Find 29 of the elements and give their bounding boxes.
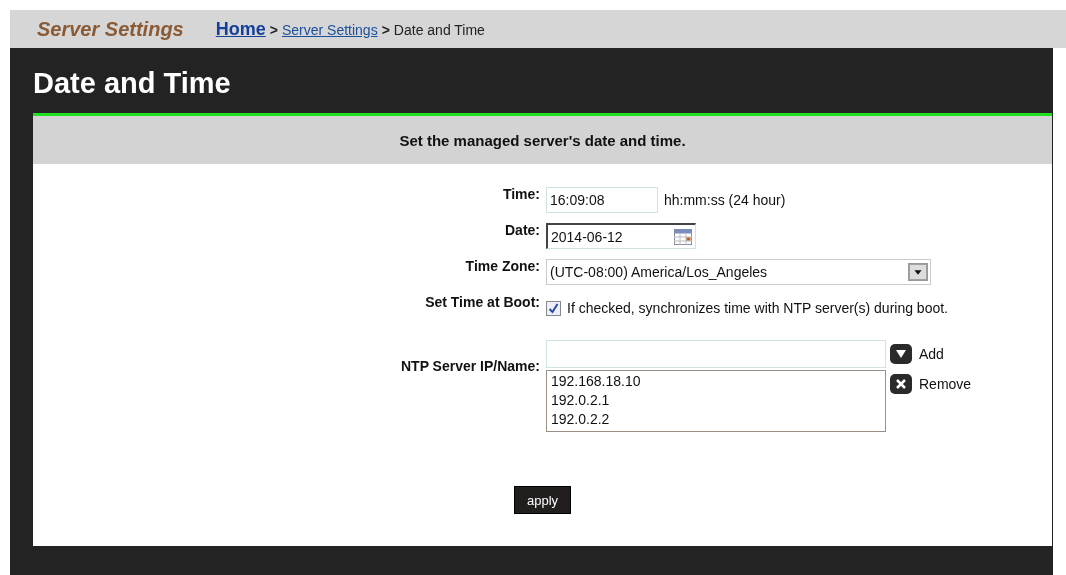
field-label: Time: <box>502 185 540 204</box>
section-title: Server Settings <box>37 17 184 41</box>
breadcrumb-link[interactable]: Home <box>215 18 266 40</box>
date-field[interactable]: 2014-06-12 <box>546 223 696 249</box>
field-hint: hh:mm:ss (24 hour) <box>664 192 786 208</box>
breadcrumb-link[interactable]: Server Settings <box>281 21 378 38</box>
checkbox[interactable] <box>546 300 561 316</box>
remove-button[interactable]: Remove <box>890 370 972 398</box>
add-button[interactable]: Add <box>890 340 972 368</box>
list-item[interactable]: 192.0.2.2 <box>551 410 881 429</box>
page-title: Date and Time <box>33 66 232 101</box>
field-label: Date: <box>505 221 540 240</box>
breadcrumb-current: Date and Time <box>393 21 485 38</box>
field-label: Set Time at Boot: <box>425 293 540 312</box>
field-label: Time Zone: <box>465 257 540 276</box>
breadcrumb-separator: > <box>381 21 390 38</box>
field-label: NTP Server IP/Name: <box>400 357 540 376</box>
close-icon <box>890 374 912 394</box>
ntp-server-field[interactable] <box>546 340 886 368</box>
time-field[interactable]: 16:09:08 <box>546 187 658 213</box>
breadcrumb-separator: > <box>269 21 278 38</box>
checkbox-description: If checked, synchronizes time with NTP server(s) during boot. <box>567 300 948 316</box>
dropdown-arrow-icon[interactable] <box>908 263 928 281</box>
apply-button[interactable]: apply <box>513 486 572 514</box>
list-item[interactable]: 192.168.18.10 <box>551 372 881 391</box>
calendar-icon[interactable] <box>674 228 692 245</box>
panel-heading: Set the managed server's date and time. <box>33 116 1052 164</box>
list-item[interactable]: 192.0.2.1 <box>551 391 881 410</box>
time-zone-dropdown[interactable]: (UTC-08:00) America/Los_Angeles <box>546 259 931 285</box>
